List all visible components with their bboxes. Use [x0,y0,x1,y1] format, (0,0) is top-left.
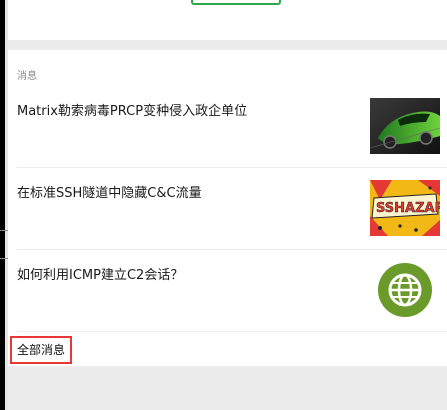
divider [17,331,447,332]
green-sports-car-image[interactable] [370,98,440,154]
news-title[interactable]: 如何利用ICMP建立C2会话？ [17,264,183,283]
globe-image[interactable] [370,262,440,318]
news-section: 消息 Matrix勒索病毒PRCP变种侵入政企单位 在标准SSH隧道中隐藏C&C… [8,50,447,366]
top-area [8,0,447,40]
section-label: 消息 [17,71,37,82]
top-green-button[interactable] [191,0,281,5]
thumb-comic-text: SSHAZAR [376,201,440,216]
all-news-link[interactable]: 全部消息 [10,336,72,364]
left-edge-tick [0,258,8,259]
left-edge-tick [0,230,8,231]
news-item[interactable]: 在标准SSH隧道中隐藏C&C流量 SSHAZAR [8,168,447,250]
news-title[interactable]: Matrix勒索病毒PRCP变种侵入政企单位 [17,100,247,119]
news-item[interactable]: Matrix勒索病毒PRCP变种侵入政企单位 [8,86,447,168]
news-item[interactable]: 如何利用ICMP建立C2会话？ [8,250,447,332]
news-title[interactable]: 在标准SSH隧道中隐藏C&C流量 [17,182,202,201]
ssh-hazard-comic-image[interactable]: SSHAZAR [370,180,440,236]
bottom-band [8,366,447,410]
section-separator [8,40,447,50]
